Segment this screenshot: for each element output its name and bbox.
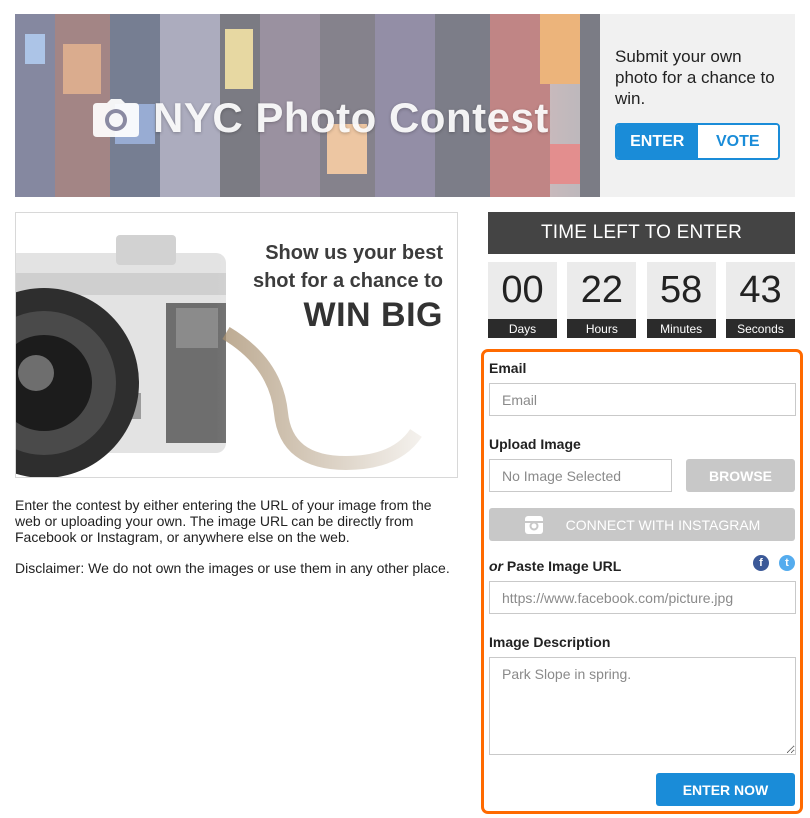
facebook-icon[interactable]: f [753,555,769,571]
disclaimer-paragraph: Disclaimer: We do not own the images or … [15,560,450,576]
countdown-timer: 00 Days 22 Hours 58 Minutes 43 Seconds [488,262,795,338]
paste-url-label: Paste Image URL [506,558,622,574]
enter-now-button[interactable]: ENTER NOW [656,773,795,806]
hero-line-1: Show us your best [265,242,443,264]
countdown-unit: Days [488,319,557,338]
countdown-value: 58 [660,269,703,311]
enter-vote-toggle: ENTER VOTE [615,123,780,160]
email-field[interactable] [489,383,796,416]
hero-image: Show us your best shot for a chance to W… [15,212,458,478]
banner-title: NYC Photo Contest [93,94,549,142]
countdown-hours: 22 Hours [567,262,637,338]
upload-label: Upload Image [489,436,581,452]
description-label: Image Description [489,634,611,650]
countdown-unit: Minutes [646,319,716,338]
contest-description: Enter the contest by either entering the… [15,497,455,576]
tab-enter[interactable]: ENTER [617,125,698,158]
image-description-field[interactable] [489,657,796,755]
image-url-field[interactable] [489,581,796,614]
upload-field[interactable] [489,459,672,492]
countdown-unit: Hours [567,319,637,338]
tab-vote[interactable]: VOTE [697,125,778,158]
countdown-days: 00 Days [488,262,557,338]
countdown-seconds: 43 Seconds [725,262,795,338]
email-label: Email [489,360,527,376]
hero-line-3: WIN BIG [303,296,443,334]
countdown-value: 43 [739,269,782,311]
countdown-minutes: 58 Minutes [646,262,716,338]
browse-button[interactable]: BROWSE [686,459,795,492]
description-paragraph: Enter the contest by either entering the… [15,497,432,545]
countdown-value: 00 [501,269,544,311]
hero-tagline: Show us your best shot for a chance to W… [253,239,443,335]
instagram-icon [524,515,543,534]
image-url-label: or Paste Image URL [489,558,621,574]
promo-panel: Submit your own photo for a chance to wi… [600,14,795,197]
countdown-heading: TIME LEFT TO ENTER [488,212,795,254]
or-label: or [489,558,503,574]
countdown-unit: Seconds [725,319,795,338]
instagram-button-label: CONNECT WITH INSTAGRAM [565,516,761,533]
connect-instagram-button[interactable]: CONNECT WITH INSTAGRAM [489,508,795,541]
promo-text: Submit your own photo for a chance to wi… [615,47,775,108]
header-banner: NYC Photo Contest [15,14,600,197]
countdown-value: 22 [580,269,623,311]
entry-form: Email Upload Image BROWSE CONNECT WITH I… [481,349,803,814]
banner-title-text: NYC Photo Contest [153,94,549,141]
hero-line-2: shot for a chance to [252,270,443,292]
camera-icon [93,99,139,137]
twitter-icon[interactable]: t [779,555,795,571]
